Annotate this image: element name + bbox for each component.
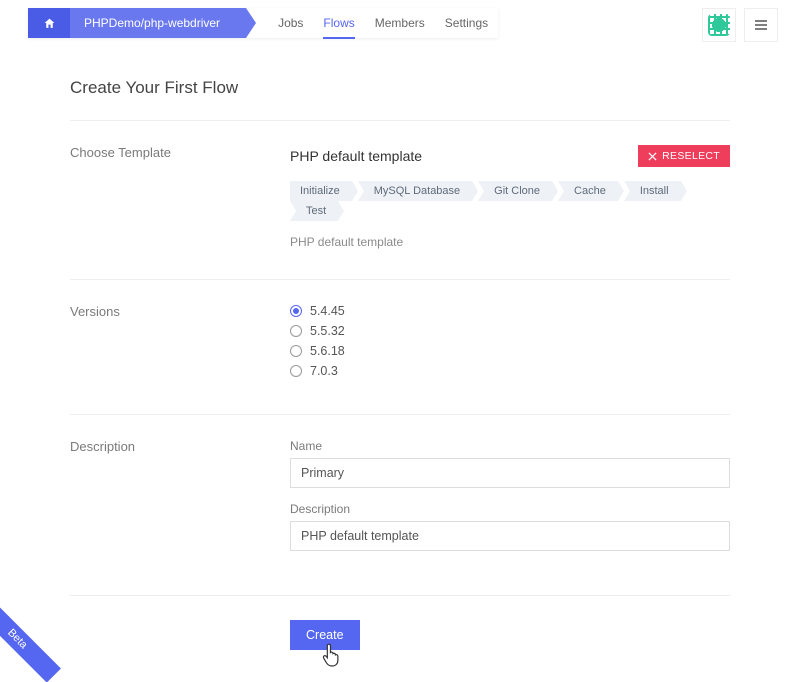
close-icon — [648, 152, 657, 161]
create-button[interactable]: Create — [290, 620, 360, 650]
section-label-description: Description — [70, 439, 290, 565]
section-versions: Versions 5.4.45 5.5.32 5.6.18 7.0.3 — [70, 304, 730, 384]
page-title: Create Your First Flow — [70, 78, 730, 98]
radio-icon — [290, 305, 302, 317]
version-label: 5.4.45 — [310, 304, 345, 318]
tab-settings[interactable]: Settings — [435, 8, 498, 38]
radio-icon — [290, 325, 302, 337]
pipeline-steps: Initialize MySQL Database Git Clone Cach… — [290, 181, 730, 221]
home-icon — [43, 17, 56, 30]
name-field-label: Name — [290, 439, 730, 453]
nav-tabs: Jobs Flows Members Settings — [246, 8, 498, 38]
version-label: 5.5.32 — [310, 324, 345, 338]
top-nav: PHPDemo/php-webdriver Jobs Flows Members… — [28, 8, 498, 38]
divider — [70, 414, 730, 415]
radio-icon — [290, 345, 302, 357]
version-label: 5.6.18 — [310, 344, 345, 358]
tab-jobs[interactable]: Jobs — [268, 8, 313, 38]
pipeline-step[interactable]: Git Clone — [478, 181, 552, 201]
version-option[interactable]: 7.0.3 — [290, 364, 730, 378]
hamburger-icon — [754, 19, 768, 31]
beta-label: Beta — [5, 627, 29, 651]
name-input[interactable] — [290, 458, 730, 488]
breadcrumb-project[interactable]: PHPDemo/php-webdriver — [70, 8, 246, 38]
main-content: Create Your First Flow Choose Template P… — [70, 78, 730, 680]
version-label: 7.0.3 — [310, 364, 338, 378]
pipeline-step[interactable]: MySQL Database — [358, 181, 472, 201]
menu-button[interactable] — [744, 8, 778, 42]
reselect-label: RESELECT — [662, 150, 720, 162]
desc-field-label: Description — [290, 502, 730, 516]
version-option[interactable]: 5.5.32 — [290, 324, 730, 338]
description-input[interactable] — [290, 521, 730, 551]
radio-icon — [290, 365, 302, 377]
divider — [70, 279, 730, 280]
pipeline-step[interactable]: Initialize — [290, 181, 352, 201]
version-option[interactable]: 5.6.18 — [290, 344, 730, 358]
divider — [70, 120, 730, 121]
template-subtitle: PHP default template — [290, 235, 730, 249]
avatar-icon — [708, 14, 730, 36]
divider — [70, 595, 730, 596]
pipeline-step[interactable]: Test — [290, 201, 338, 221]
tab-flows[interactable]: Flows — [313, 8, 364, 38]
reselect-button[interactable]: RESELECT — [638, 145, 730, 167]
home-button[interactable] — [28, 8, 70, 38]
version-option[interactable]: 5.4.45 — [290, 304, 730, 318]
beta-ribbon: Beta — [0, 596, 61, 682]
pipeline-step[interactable]: Cache — [558, 181, 618, 201]
section-label-template: Choose Template — [70, 145, 290, 249]
section-template: Choose Template PHP default template RES… — [70, 145, 730, 249]
breadcrumb-label: PHPDemo/php-webdriver — [84, 16, 220, 30]
create-label: Create — [306, 628, 344, 642]
tab-members[interactable]: Members — [365, 8, 435, 38]
topright-controls — [702, 8, 778, 42]
section-description: Description Name Description — [70, 439, 730, 565]
user-avatar-button[interactable] — [702, 8, 736, 42]
section-label-versions: Versions — [70, 304, 290, 384]
pipeline-step[interactable]: Install — [624, 181, 681, 201]
template-name: PHP default template — [290, 148, 422, 164]
section-actions: Create — [70, 620, 730, 650]
